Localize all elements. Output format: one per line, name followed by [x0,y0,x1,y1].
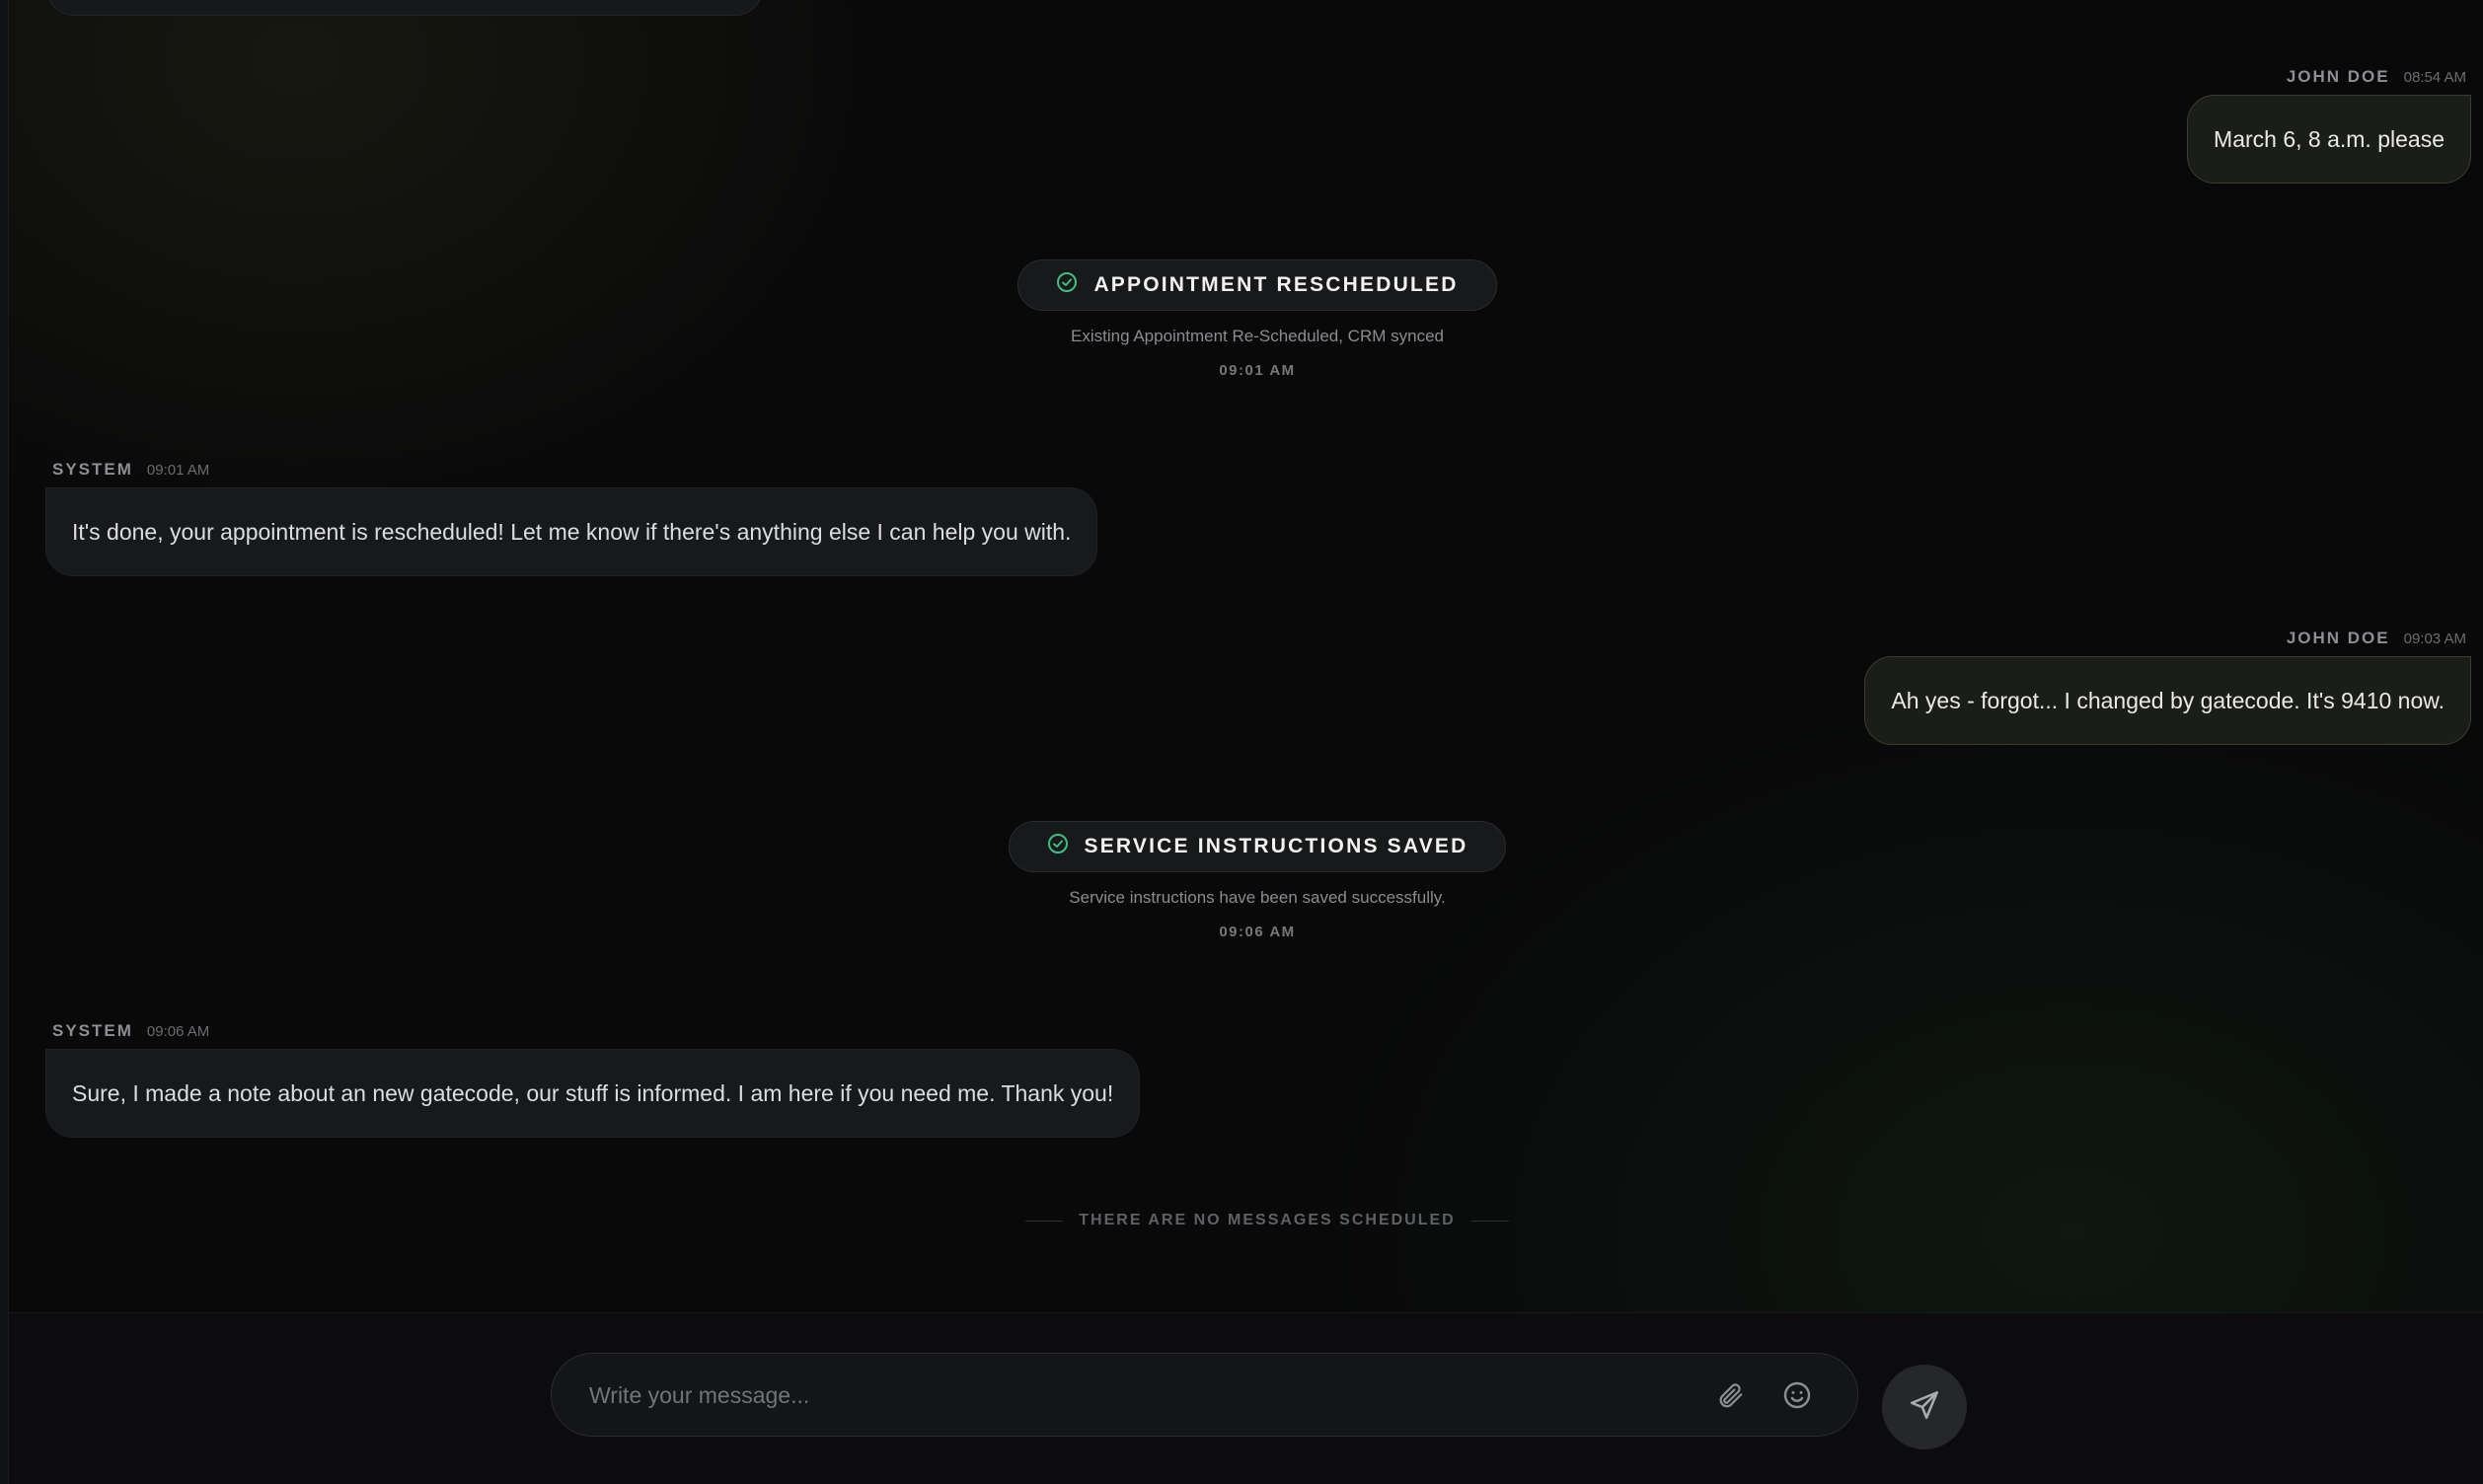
system-message-bubble: Sure, I made a note about an new gatecod… [45,1049,1141,1138]
send-icon [1908,1388,1941,1427]
smiley-icon[interactable] [1779,1377,1815,1413]
user-message-bubble: March 6, 8 a.m. please [2187,95,2471,184]
event-pill: SERVICE INSTRUCTIONS SAVED [1008,821,1507,872]
message-composer [9,1312,2483,1484]
event-appointment-rescheduled: APPOINTMENT RESCHEDULED Existing Appoint… [9,260,2483,379]
divider-line [1025,1220,1064,1222]
chat-app: JOHN DOE 08:54 AM March 6, 8 a.m. please… [0,0,2483,1484]
chat-thread[interactable]: JOHN DOE 08:54 AM March 6, 8 a.m. please… [9,0,2483,1312]
no-scheduled-divider: THERE ARE NO MESSAGES SCHEDULED [1025,1212,1510,1229]
user-message-bubble: Ah yes - forgot... I changed by gatecode… [1864,656,2471,745]
event-title: APPOINTMENT RESCHEDULED [1093,273,1459,296]
check-circle-icon [1056,271,1078,299]
divider-text: THERE ARE NO MESSAGES SCHEDULED [1079,1212,1456,1228]
message-meta: JOHN DOE 08:54 AM [2287,67,2466,87]
message-time: 09:06 AM [146,1023,210,1040]
message-time: 08:54 AM [2403,69,2466,86]
system-message-bubble: It's done, your appointment is reschedul… [45,487,1098,576]
event-service-instructions-saved: SERVICE INSTRUCTIONS SAVED Service instr… [9,821,2483,940]
message-meta: JOHN DOE 09:03 AM [2287,629,2466,648]
sender-name: JOHN DOE [2286,67,2390,86]
event-time: 09:06 AM [1219,924,1296,940]
sender-name: SYSTEM [52,1021,133,1040]
sender-name: JOHN DOE [2286,629,2390,647]
check-circle-icon [1047,833,1069,860]
divider-line [1470,1220,1510,1222]
message-time: 09:01 AM [146,462,210,479]
message-meta: SYSTEM 09:06 AM [52,1021,209,1041]
message-meta: SYSTEM 09:01 AM [52,460,209,480]
event-description: Service instructions have been saved suc… [1069,888,1446,907]
event-time: 09:01 AM [1219,362,1296,379]
previous-message-bubble [46,0,763,16]
message-time: 09:03 AM [2403,631,2466,647]
send-button[interactable] [1882,1365,1967,1449]
sender-name: SYSTEM [52,460,133,479]
event-pill: APPOINTMENT RESCHEDULED [1017,260,1497,311]
left-rail [0,0,9,1484]
message-input-wrapper [551,1353,1858,1438]
paperclip-icon[interactable] [1712,1377,1748,1413]
event-description: Existing Appointment Re-Scheduled, CRM s… [1071,327,1444,345]
event-title: SERVICE INSTRUCTIONS SAVED [1084,835,1468,857]
message-input[interactable] [587,1354,1677,1438]
